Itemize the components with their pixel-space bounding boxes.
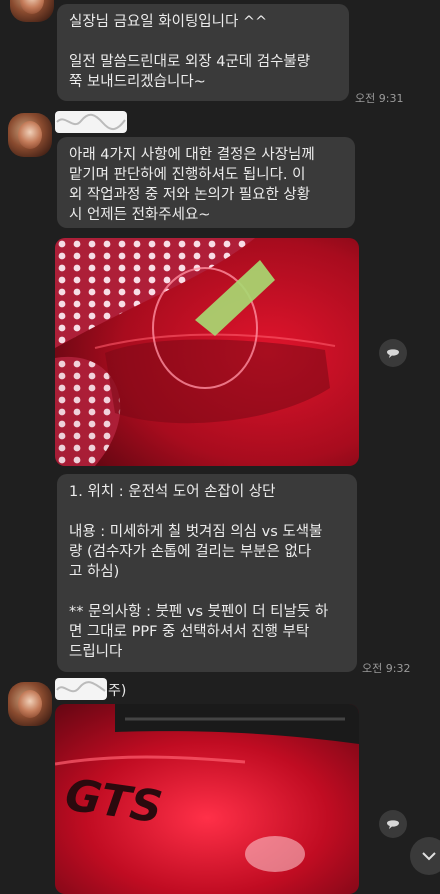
sender-name-redacted	[55, 678, 107, 700]
sender-name-suffix: 주)	[108, 683, 127, 699]
sender-name-redacted	[55, 111, 127, 133]
message-time: 오전 9:32	[362, 662, 411, 675]
sender-avatar[interactable]	[8, 113, 52, 157]
message-time: 오전 9:31	[355, 92, 404, 105]
redaction-scribble	[56, 113, 126, 130]
sender-avatar[interactable]	[10, 0, 54, 22]
car-rear-image: GTS	[55, 704, 359, 894]
chat-share-icon	[387, 820, 399, 829]
car-door-photo[interactable]	[55, 238, 359, 466]
chat-share-icon	[387, 349, 399, 358]
message-bubble: 1. 위치 : 운전석 도어 손잡이 상단 내용 : 미세하게 칠 벗겨짐 의심…	[57, 474, 357, 672]
share-button[interactable]	[379, 810, 407, 838]
message-bubble: 실장님 금요일 화이팅입니다 ^^ 일전 말씀드린대로 외장 4군데 검수불량 …	[57, 4, 349, 101]
chevron-down-icon	[422, 852, 436, 861]
sender-avatar[interactable]	[8, 682, 52, 726]
redaction-scribble	[56, 681, 106, 693]
message-bubble: 아래 4가지 사항에 대한 결정은 사장님께 맡기며 판단하에 진행하셔도 됩니…	[57, 137, 355, 228]
share-button[interactable]	[379, 339, 407, 367]
car-rear-photo[interactable]: GTS	[55, 704, 359, 894]
car-door-image	[55, 238, 359, 466]
scroll-to-bottom-button[interactable]	[410, 837, 440, 875]
